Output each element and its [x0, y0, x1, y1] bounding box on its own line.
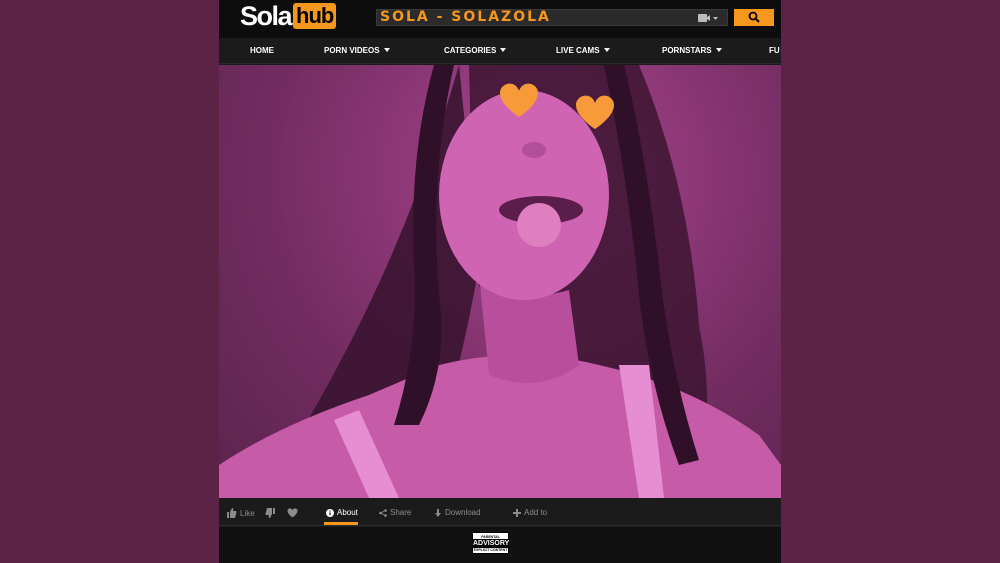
nav-more[interactable]: FU	[769, 46, 780, 55]
nav-live-cams-label: LIVE CAMS	[556, 46, 600, 55]
portrait-illustration	[219, 65, 781, 498]
site-header: Sola hub SOLA - SOLAZOLA	[219, 0, 781, 38]
tab-about[interactable]: About	[326, 508, 358, 517]
tab-share-label: Share	[390, 508, 412, 517]
tab-add-to-label: Add to	[524, 508, 548, 517]
share-icon	[379, 508, 387, 517]
site-logo[interactable]: Sola hub	[240, 0, 337, 31]
heart-icon	[287, 508, 298, 518]
nav-pornstars[interactable]: PORNSTARS	[662, 46, 722, 55]
info-icon	[326, 508, 334, 517]
main-nav: HOME PORN VIDEOS CATEGORIES LIVE CAMS PO…	[219, 38, 781, 64]
tab-download-label: Download	[445, 508, 481, 517]
cover-photo	[219, 65, 781, 498]
nav-porn-videos-label: PORN VIDEOS	[324, 46, 380, 55]
video-action-bar: Like About Share Download Add to	[219, 498, 781, 526]
dislike-button[interactable]	[265, 508, 278, 518]
caret-down-icon	[603, 48, 610, 52]
search-query: SOLA - SOLAZOLA	[380, 9, 551, 25]
nav-pornstars-label: PORNSTARS	[662, 46, 712, 55]
album-cover: Sola hub SOLA - SOLAZOLA HOME PORN VIDEO…	[219, 0, 781, 563]
caret-down-icon	[383, 48, 390, 52]
active-tab-indicator	[324, 522, 358, 525]
nav-live-cams[interactable]: LIVE CAMS	[556, 46, 610, 55]
caret-down-icon	[715, 48, 722, 52]
nav-porn-videos[interactable]: PORN VIDEOS	[324, 46, 390, 55]
thumbs-down-icon	[265, 508, 275, 518]
download-icon	[435, 508, 441, 517]
nav-categories-label: CATEGORIES	[444, 46, 497, 55]
favorite-button[interactable]	[287, 508, 301, 518]
cover-bottom-strip: PARENTAL ADVISORY EXPLICIT CONTENT	[219, 527, 781, 563]
search-button[interactable]	[734, 9, 774, 26]
advisory-middle-text: ADVISORY	[473, 538, 510, 548]
parental-advisory-logo: PARENTAL ADVISORY EXPLICIT CONTENT	[472, 532, 509, 554]
search-icon	[748, 11, 760, 23]
tab-add-to[interactable]: Add to	[513, 508, 547, 517]
tab-about-label: About	[337, 508, 358, 517]
nav-home-label: HOME	[250, 46, 274, 55]
like-button[interactable]: Like	[227, 508, 255, 518]
plus-icon	[513, 508, 521, 517]
nav-more-label: FU	[769, 46, 780, 55]
logo-text-sola: Sola	[240, 0, 293, 31]
nav-categories[interactable]: CATEGORIES	[444, 46, 507, 55]
thumbs-up-icon	[227, 508, 237, 518]
logo-text-hub: hub	[293, 3, 337, 29]
search-input[interactable]: SOLA - SOLAZOLA	[376, 9, 728, 26]
like-label: Like	[240, 508, 255, 518]
advisory-bottom-text: EXPLICIT CONTENT	[473, 547, 508, 552]
caret-down-icon	[500, 48, 507, 52]
nav-home[interactable]: HOME	[250, 46, 274, 55]
tab-share[interactable]: Share	[379, 508, 411, 517]
tab-download[interactable]: Download	[434, 508, 481, 517]
camera-dropdown-icon[interactable]	[697, 11, 719, 25]
